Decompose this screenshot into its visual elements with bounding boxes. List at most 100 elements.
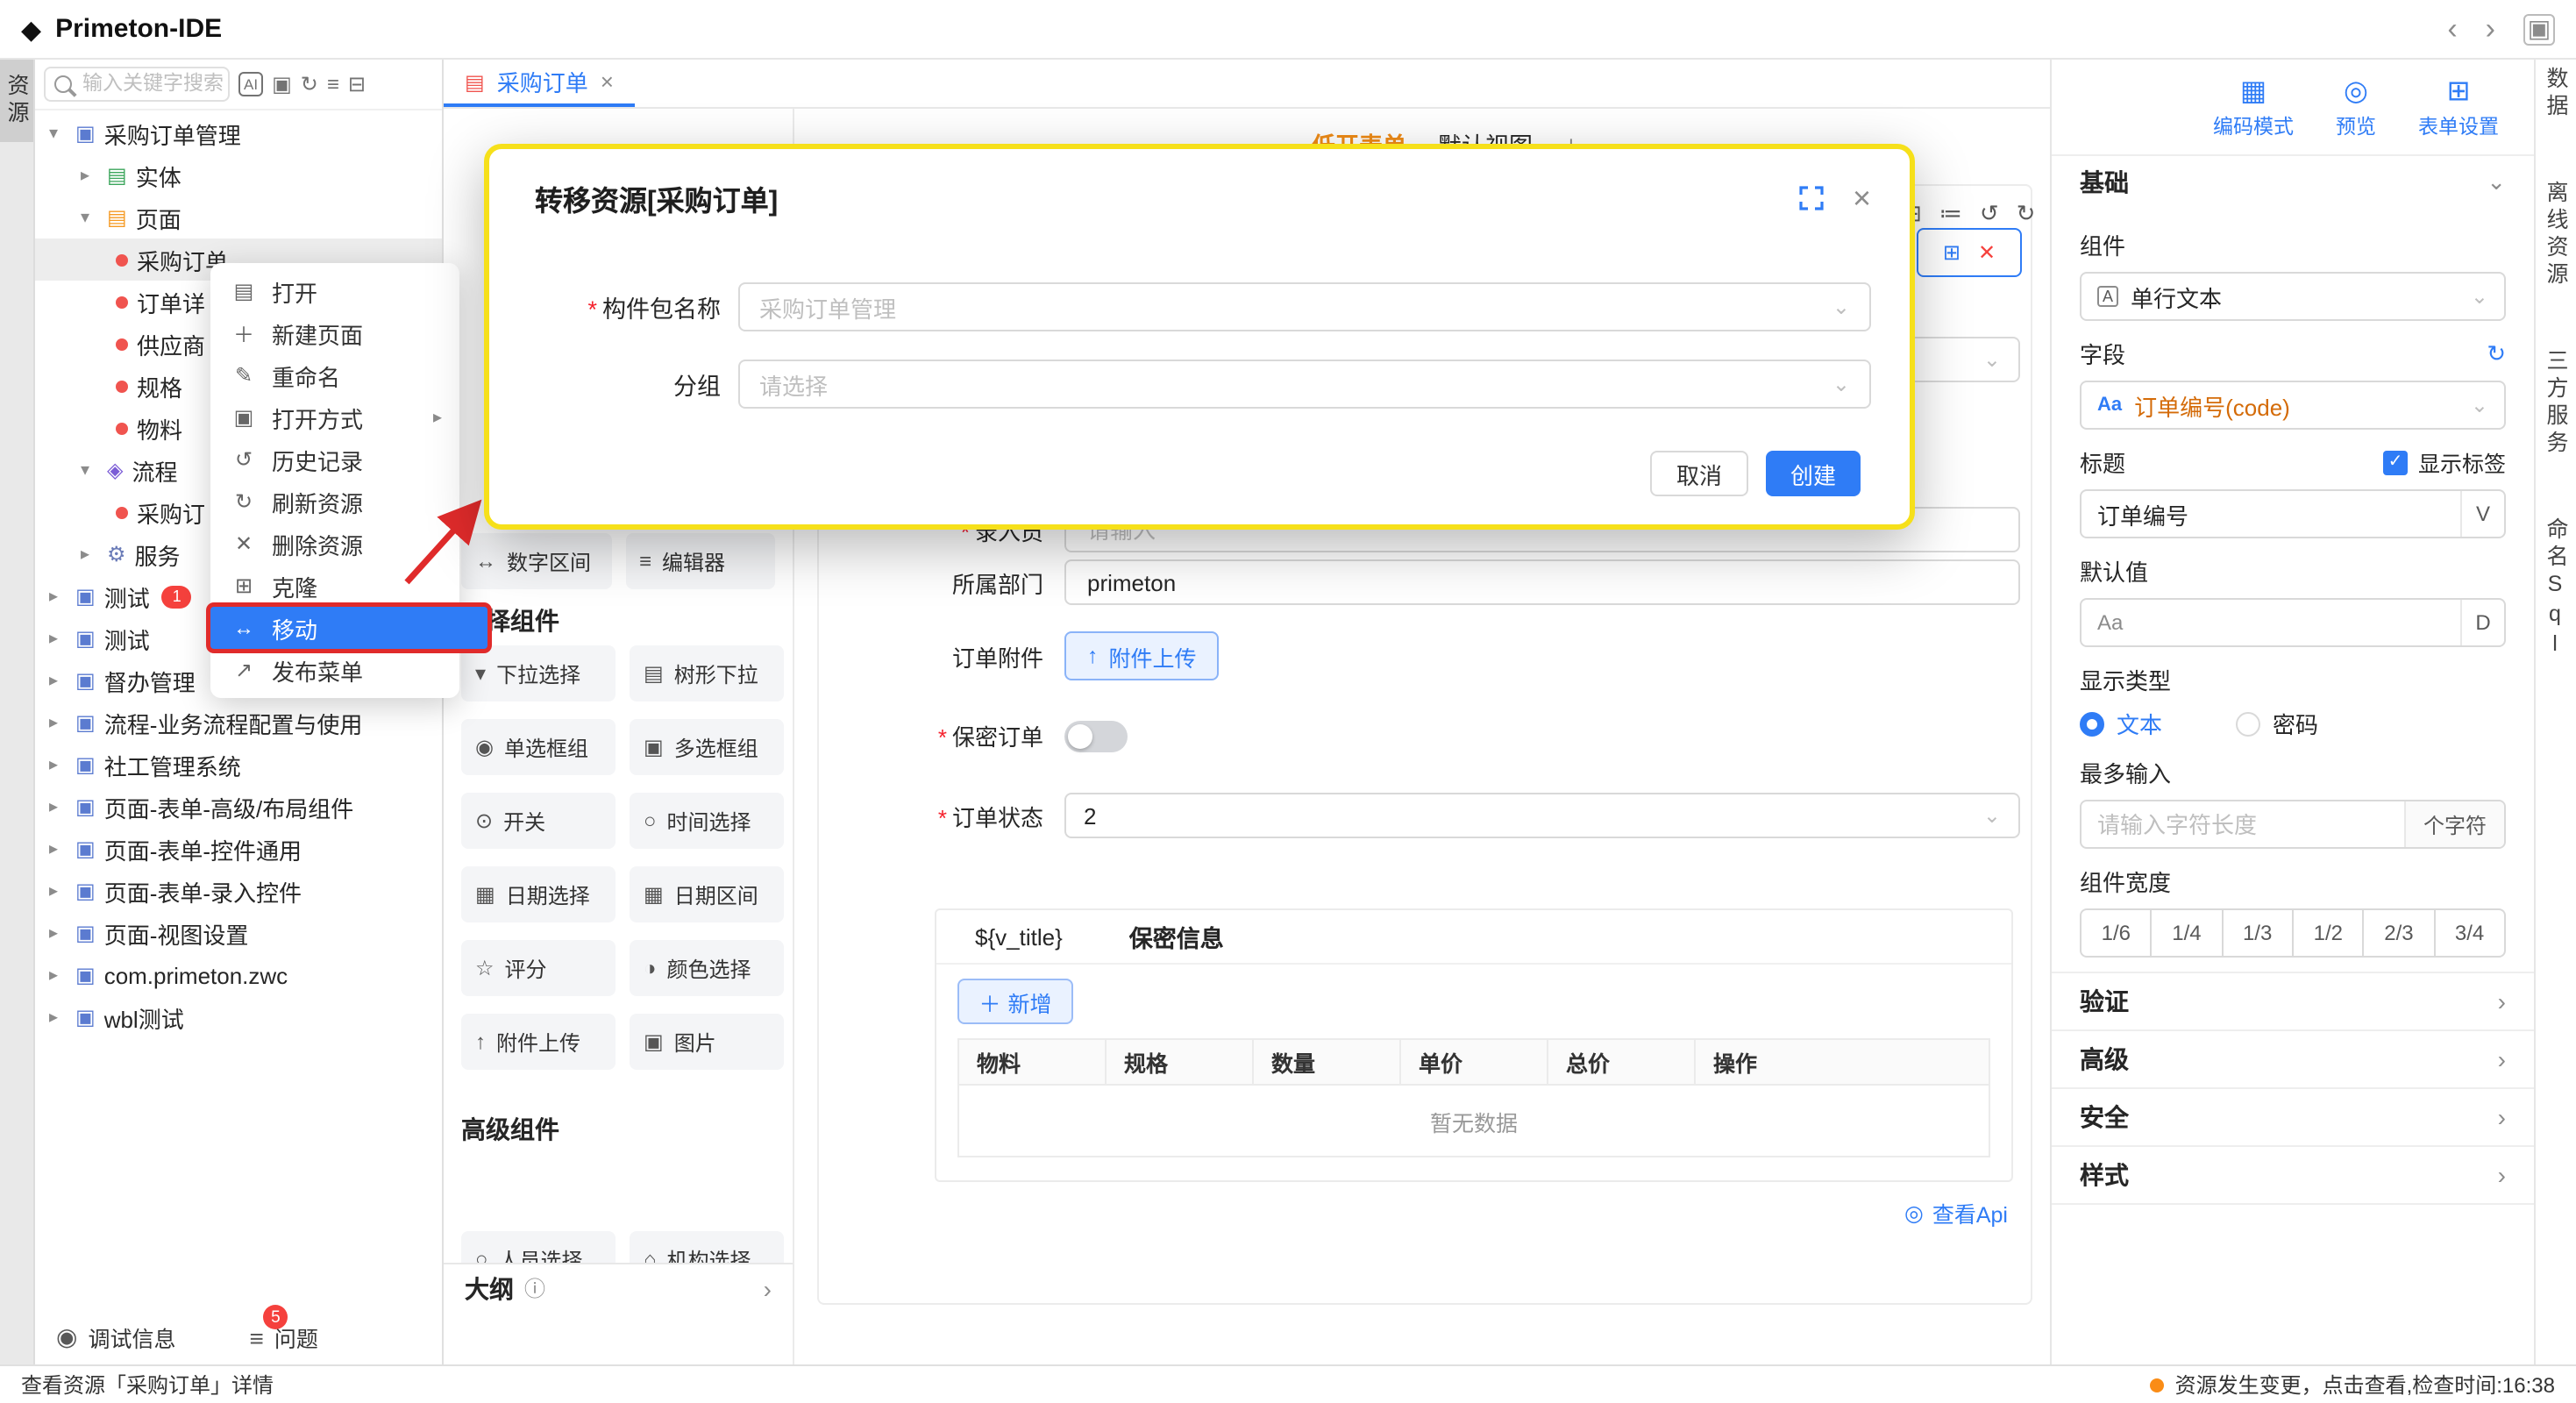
chevron-down-icon[interactable]: ▾ <box>81 208 98 227</box>
radio-text[interactable]: 文本 <box>2080 707 2162 740</box>
field-select[interactable]: Aa 订单编号(code) ⌄ <box>2080 381 2506 430</box>
menu-history[interactable]: ↺历史记录 <box>210 438 459 481</box>
dept-input[interactable] <box>1084 567 2001 597</box>
tab-purchase-order[interactable]: ▤ 采购订单 × <box>444 60 635 107</box>
ai-icon[interactable]: AI <box>238 72 263 96</box>
tree-item-purchase-order-mgmt[interactable]: ▾ ▣ 采购订单管理 <box>35 112 442 154</box>
chevron-right-icon[interactable]: ▸ <box>49 1008 67 1027</box>
subtab-secret-info[interactable]: 保密信息 <box>1129 919 1224 954</box>
create-button[interactable]: 创建 <box>1766 451 1861 496</box>
outline-bar[interactable]: 大纲 ⓘ › <box>444 1263 793 1312</box>
data-button[interactable]: D <box>2460 600 2504 645</box>
search-input[interactable] <box>79 72 226 96</box>
component-dropdown-select[interactable]: ▾下拉选择 <box>461 645 616 702</box>
redo-icon[interactable]: ↻ <box>2017 200 2036 228</box>
tree-item-form-common[interactable]: ▸ ▣ 页面-表单-控件通用 <box>35 828 442 870</box>
basic-section-header[interactable]: 基础 ⌄ <box>2052 154 2534 209</box>
copy-icon[interactable]: ⊞ <box>1943 240 1960 265</box>
title-input[interactable] <box>2081 501 2460 527</box>
component-type-select[interactable]: A 单行文本 ⌄ <box>2080 272 2506 321</box>
component-upload[interactable]: ↑附件上传 <box>461 1014 616 1070</box>
component-radio-group[interactable]: ◉单选框组 <box>461 719 616 775</box>
chevron-right-icon[interactable]: ▸ <box>81 545 98 564</box>
width-1-4[interactable]: 1/4 <box>2153 908 2224 958</box>
tab-data[interactable]: 数据 <box>2539 67 2572 121</box>
menu-publish[interactable]: ↗发布菜单 <box>210 649 459 691</box>
default-input[interactable] <box>2123 609 2460 636</box>
list-icon[interactable]: ≔ <box>1939 200 1962 228</box>
tree-item-form-advanced[interactable]: ▸ ▣ 页面-表单-高级/布局组件 <box>35 786 442 828</box>
preview-button[interactable]: ◎ 预览 <box>2336 74 2376 140</box>
component-rate[interactable]: ☆评分 <box>461 940 616 996</box>
chevron-right-icon[interactable]: ▸ <box>81 166 98 185</box>
menu-open[interactable]: ▤打开 <box>210 270 459 312</box>
close-icon[interactable]: × <box>601 68 614 95</box>
close-icon[interactable]: × <box>1853 182 1871 214</box>
tree-item-com-primeton-zwc[interactable]: ▸ ▣ com.primeton.zwc <box>35 954 442 996</box>
maxlen-input[interactable] <box>2081 811 2404 837</box>
nav-back-icon[interactable]: ‹ <box>2447 11 2457 46</box>
fullscreen-icon[interactable] <box>1800 186 1825 210</box>
search-box[interactable] <box>44 67 230 102</box>
form-settings-button[interactable]: ⊞ 表单设置 <box>2418 74 2499 140</box>
chevron-right-icon[interactable]: ▸ <box>49 839 67 858</box>
refresh-icon[interactable]: ↻ <box>301 74 318 95</box>
save-icon[interactable]: ▣ <box>2523 13 2555 45</box>
component-date-range[interactable]: ▦日期区间 <box>630 866 784 922</box>
add-row-button[interactable]: ＋ 新增 <box>957 979 1073 1024</box>
chevron-right-icon[interactable]: ▸ <box>49 965 67 985</box>
chevron-right-icon[interactable]: ▸ <box>49 755 67 774</box>
component-checkbox-group[interactable]: ▣多选框组 <box>630 719 784 775</box>
component-time-picker[interactable]: ○时间选择 <box>630 793 784 849</box>
show-label-checkbox[interactable]: ✓ <box>2383 450 2408 474</box>
view-api-link[interactable]: ◎ 查看Api <box>1904 1196 2008 1229</box>
group-select[interactable]: 请选择 ⌄ <box>738 360 1871 409</box>
group-style[interactable]: 样式 › <box>2052 1145 2534 1205</box>
variable-button[interactable]: V <box>2460 491 2504 537</box>
component-image[interactable]: ▣图片 <box>630 1014 784 1070</box>
component-editor[interactable]: ≡ 编辑器 <box>625 533 775 589</box>
component-date-picker[interactable]: ▦日期选择 <box>461 866 616 922</box>
group-advanced[interactable]: 高级 › <box>2052 1029 2534 1087</box>
radio-password[interactable]: 密码 <box>2236 707 2318 740</box>
debug-info-button[interactable]: ◉ 调试信息 <box>56 1321 175 1354</box>
subtab-vtitle[interactable]: ${v_title} <box>975 923 1063 950</box>
upload-attachment-button[interactable]: ↑ 附件上传 <box>1064 631 1220 680</box>
menu-move[interactable]: ↔移动 <box>210 607 487 649</box>
width-3-4[interactable]: 3/4 <box>2435 908 2506 958</box>
tree-item-view-settings[interactable]: ▸ ▣ 页面-视图设置 <box>35 912 442 954</box>
chevron-right-icon[interactable]: ▸ <box>49 797 67 816</box>
tab-offline-resources[interactable]: 离线资源 <box>2539 181 2572 289</box>
chevron-right-icon[interactable]: › <box>764 1274 772 1302</box>
chevron-right-icon[interactable]: ▸ <box>49 629 67 648</box>
group-validation[interactable]: 验证 › <box>2052 972 2534 1029</box>
component-switch[interactable]: ⊙开关 <box>461 793 616 849</box>
field-refresh-icon[interactable]: ↻ <box>2487 339 2506 367</box>
tree-item-entity[interactable]: ▸ ▤ 实体 <box>35 154 442 196</box>
package-name-select[interactable]: 采购订单管理 ⌄ <box>738 282 1871 331</box>
chevron-right-icon[interactable]: ▸ <box>49 881 67 901</box>
tree-item-wbl-test[interactable]: ▸ ▣ wbl测试 <box>35 996 442 1038</box>
chevron-right-icon[interactable]: ▸ <box>49 923 67 943</box>
chevron-right-icon[interactable]: ▸ <box>49 587 67 606</box>
width-1-3[interactable]: 1/3 <box>2223 908 2294 958</box>
order-status-select[interactable]: 2 ⌄ <box>1064 793 2020 838</box>
component-color-picker[interactable]: ◑颜色选择 <box>630 940 784 996</box>
menu-open-with[interactable]: ▣打开方式▸ <box>210 396 459 438</box>
cancel-button[interactable]: 取消 <box>1650 451 1748 496</box>
menu-rename[interactable]: ✎重命名 <box>210 354 459 396</box>
width-1-6[interactable]: 1/6 <box>2080 908 2153 958</box>
chevron-right-icon[interactable]: ▸ <box>49 671 67 690</box>
tree-item-page[interactable]: ▾ ▤ 页面 <box>35 196 442 239</box>
resources-tab[interactable]: 资源 <box>0 60 33 142</box>
secret-toggle[interactable] <box>1064 720 1128 751</box>
chevron-down-icon[interactable]: ▾ <box>49 124 67 143</box>
tab-named-sql[interactable]: 命名Sql <box>2539 517 2572 661</box>
code-mode-button[interactable]: ▦ 编码模式 <box>2213 74 2294 140</box>
group-security[interactable]: 安全 › <box>2052 1087 2534 1145</box>
tree-item-form-input[interactable]: ▸ ▣ 页面-表单-录入控件 <box>35 870 442 912</box>
width-1-2[interactable]: 1/2 <box>2294 908 2365 958</box>
menu-new-page[interactable]: ＋新建页面 <box>210 312 459 354</box>
delete-icon[interactable]: ✕ <box>1978 240 1996 265</box>
sort-icon[interactable]: ≡ <box>327 74 339 95</box>
